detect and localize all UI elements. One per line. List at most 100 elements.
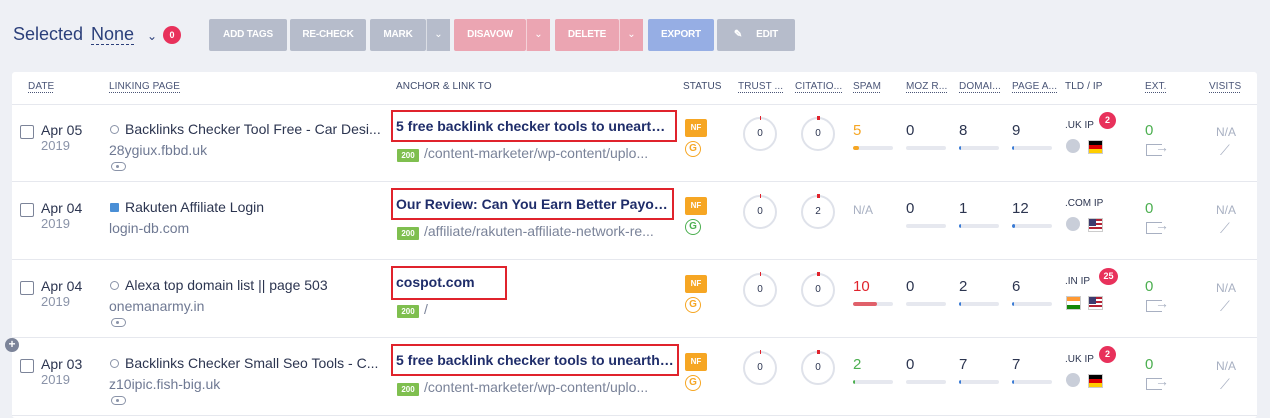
- ip-label[interactable]: IP: [1084, 120, 1093, 131]
- spam-score: 10: [853, 278, 870, 295]
- delete-button[interactable]: DELETE: [555, 19, 619, 51]
- domain-authority: 7: [959, 356, 968, 373]
- edit-button[interactable]: ✎ EDIT: [717, 19, 795, 51]
- disavow-button[interactable]: DISAVOW: [454, 19, 526, 51]
- linking-page-domain[interactable]: 28ygiux.fbbd.uk: [109, 142, 207, 158]
- linking-page-title[interactable]: Alexa top domain list || page 503: [125, 277, 387, 293]
- edit-label: EDIT: [756, 29, 779, 40]
- column-header-domain[interactable]: DOMAI...: [959, 81, 1001, 92]
- trend-icon: ⟋: [1220, 220, 1230, 236]
- linking-page-title[interactable]: Rakuten Affiliate Login: [125, 199, 387, 215]
- google-index-icon: G: [685, 219, 701, 235]
- citation-flow-ring: 2: [801, 194, 835, 229]
- mark-dropdown-chevron-icon[interactable]: ⌄: [426, 19, 450, 51]
- globe-icon: [110, 281, 119, 290]
- column-header-citation[interactable]: CITATIO...: [795, 81, 842, 92]
- external-link-icon[interactable]: [1146, 139, 1169, 156]
- tld-label: .UK IP: [1065, 120, 1094, 131]
- ip-label[interactable]: IP: [1081, 276, 1090, 287]
- ip-label[interactable]: IP: [1094, 198, 1103, 209]
- column-header-ext[interactable]: EXT.: [1145, 81, 1167, 92]
- world-icon: [1066, 373, 1080, 387]
- export-button[interactable]: EXPORT: [648, 19, 714, 51]
- ip-count-badge: 25: [1099, 268, 1118, 285]
- expand-row-button[interactable]: +: [5, 338, 19, 352]
- link-to-url[interactable]: /content-marketer/wp-content/uplo...: [424, 379, 672, 395]
- domain-authority: 8: [959, 122, 968, 139]
- nofollow-badge: NF: [685, 119, 707, 137]
- selected-dropdown[interactable]: None: [91, 24, 135, 45]
- disavow-dropdown-chevron-icon[interactable]: ⌄: [526, 19, 550, 51]
- table-row: Apr 05 2019 Backlinks Checker Tool Free …: [12, 105, 1257, 182]
- anchor-text[interactable]: 5 free backlink checker tools to unearth…: [396, 118, 672, 134]
- google-index-icon: G: [685, 141, 701, 157]
- ip-label[interactable]: IP: [1084, 354, 1093, 365]
- anchor-text[interactable]: Our Review: Can You Earn Better Payout..…: [396, 196, 669, 212]
- recheck-button[interactable]: RE-CHECK: [290, 19, 366, 51]
- domain-bar: [959, 302, 999, 306]
- external-link-icon[interactable]: [1146, 295, 1169, 312]
- chevron-down-icon[interactable]: ⌄: [147, 29, 157, 43]
- trust-flow-ring: 0: [743, 194, 777, 229]
- preview-icon[interactable]: [111, 396, 126, 405]
- selected-count-badge: 0: [163, 26, 181, 44]
- trust-flow-ring: 0: [743, 350, 777, 385]
- add-tags-button[interactable]: ADD TAGS: [209, 19, 287, 51]
- domain-bar-fill: [959, 380, 962, 384]
- row-checkbox[interactable]: [20, 203, 34, 217]
- column-header-linking-page[interactable]: LINKING PAGE: [109, 81, 180, 92]
- nofollow-badge: NF: [685, 275, 707, 293]
- row-checkbox[interactable]: [20, 359, 34, 373]
- external-link-icon[interactable]: [1146, 373, 1169, 390]
- link-to-url[interactable]: /content-marketer/wp-content/uplo...: [424, 145, 672, 161]
- table-row: Apr 04 2019 Alexa top domain list || pag…: [12, 261, 1257, 338]
- linking-page-title[interactable]: Backlinks Checker Small Seo Tools - C...: [125, 355, 387, 371]
- table-row: Apr 03 2019 Backlinks Checker Small Seo …: [12, 339, 1257, 416]
- page-authority: 6: [1012, 278, 1021, 295]
- nofollow-badge: NF: [685, 197, 707, 215]
- column-header-date[interactable]: DATE: [28, 81, 54, 92]
- column-header-moz[interactable]: MOZ R...: [906, 81, 947, 92]
- preview-icon[interactable]: [111, 318, 126, 327]
- row-date: Apr 03: [41, 356, 83, 372]
- link-to-url[interactable]: /: [424, 301, 672, 317]
- anchor-text[interactable]: 5 free backlink checker tools to unearth…: [396, 352, 674, 368]
- column-header-page[interactable]: PAGE A...: [1012, 81, 1057, 92]
- linking-page-domain[interactable]: onemanarmy.in: [109, 298, 204, 314]
- delete-dropdown-chevron-icon[interactable]: ⌄: [619, 19, 643, 51]
- link-to-url[interactable]: /affiliate/rakuten-affiliate-network-re.…: [424, 223, 672, 239]
- linking-page-domain[interactable]: z10ipic.fish-big.uk: [109, 376, 220, 392]
- spam-bar: [853, 146, 893, 150]
- column-header-spam[interactable]: SPAM: [853, 81, 881, 92]
- usa-flag-icon: [1088, 218, 1103, 232]
- tld-value: .IN: [1065, 276, 1078, 287]
- status-code-badge: 200: [397, 305, 419, 318]
- column-header-trust[interactable]: TRUST ...: [738, 81, 783, 92]
- row-year: 2019: [41, 294, 70, 309]
- column-header-visits[interactable]: VISITS: [1209, 81, 1241, 92]
- world-icon: [1066, 217, 1080, 231]
- moz-rank: 0: [906, 200, 915, 217]
- moz-bar: [906, 146, 946, 150]
- external-link-icon[interactable]: [1146, 217, 1169, 234]
- linking-page-domain[interactable]: login-db.com: [109, 220, 189, 236]
- spam-bar: [853, 302, 893, 306]
- tld-label: .IN IP: [1065, 276, 1090, 287]
- row-checkbox[interactable]: [20, 125, 34, 139]
- status-code-badge: 200: [397, 227, 419, 240]
- preview-icon[interactable]: [111, 162, 126, 171]
- status-code-badge: 200: [397, 383, 419, 396]
- row-date: Apr 04: [41, 200, 83, 216]
- selected-label: Selected: [13, 24, 84, 44]
- anchor-text[interactable]: cospot.com: [396, 274, 502, 290]
- trend-icon: ⟋: [1220, 142, 1230, 158]
- moz-rank: 0: [906, 122, 915, 139]
- table-row: Apr 04 2019 Rakuten Affiliate Login logi…: [12, 183, 1257, 260]
- visits-value: N/A: [1216, 125, 1237, 139]
- india-flag-icon: [1066, 296, 1081, 310]
- mark-button[interactable]: MARK: [370, 19, 426, 51]
- tld-label: .UK IP: [1065, 354, 1094, 365]
- linking-page-title[interactable]: Backlinks Checker Tool Free - Car Desi..…: [125, 121, 387, 137]
- page-bar: [1012, 302, 1052, 306]
- row-checkbox[interactable]: [20, 281, 34, 295]
